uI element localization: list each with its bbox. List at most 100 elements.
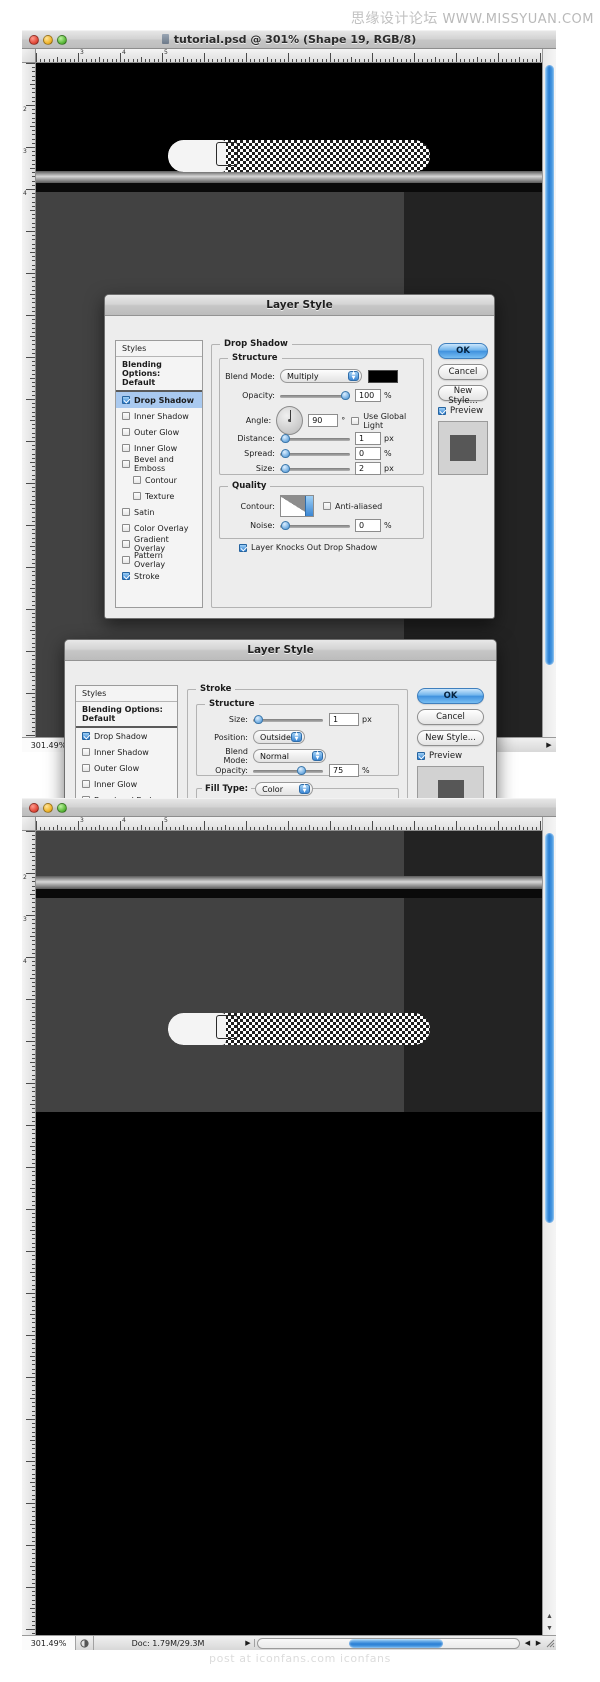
- titlebar-top[interactable]: tutorial.psd @ 301% (Shape 19, RGB/8): [22, 30, 556, 49]
- style-item-stroke[interactable]: Stroke: [116, 568, 202, 584]
- distance-slider-drop-shadow[interactable]: [280, 433, 350, 445]
- opacity-slider-stroke[interactable]: [253, 765, 323, 777]
- vertical-scrollbar-top[interactable]: [542, 49, 556, 737]
- dialog-titlebar-drop-shadow[interactable]: Layer Style: [105, 295, 494, 316]
- layer-style-dialog-drop-shadow[interactable]: Layer Style Styles Blending Options: Def…: [104, 294, 495, 619]
- preview-row-drop-shadow[interactable]: Preview: [438, 406, 488, 416]
- minimize-button[interactable]: [43, 34, 53, 45]
- effect-checkbox[interactable]: [133, 476, 141, 484]
- titlebar-bottom[interactable]: [22, 798, 556, 817]
- size-slider-drop-shadow[interactable]: [280, 463, 350, 475]
- effect-checkbox[interactable]: [82, 748, 90, 756]
- cancel-button[interactable]: Cancel: [438, 364, 488, 380]
- effect-checkbox[interactable]: [133, 492, 141, 500]
- effect-checkbox[interactable]: [122, 428, 130, 436]
- effect-checkbox[interactable]: [122, 412, 130, 420]
- style-item-drop-shadow[interactable]: Drop Shadow: [116, 392, 202, 408]
- scroll-left-arrow-icon[interactable]: ◀: [522, 1639, 533, 1647]
- blending-options-item-stroke[interactable]: Blending Options: Default: [76, 702, 177, 728]
- style-item-texture[interactable]: Texture: [116, 488, 202, 504]
- close-button[interactable]: [29, 34, 39, 45]
- style-item-satin[interactable]: Satin: [116, 504, 202, 520]
- anti-aliased-row[interactable]: Anti-aliased: [323, 502, 382, 511]
- opacity-slider-drop-shadow[interactable]: [280, 390, 350, 402]
- size-slider-stroke[interactable]: [253, 714, 323, 726]
- blend-mode-select-drop-shadow[interactable]: Multiply ▲ ▼: [280, 369, 362, 383]
- distance-input-drop-shadow[interactable]: 1: [355, 432, 381, 445]
- horizontal-scrollbar-thumb[interactable]: [349, 1638, 443, 1648]
- slider-knob[interactable]: [281, 433, 290, 443]
- slider-knob[interactable]: [254, 714, 263, 724]
- angle-input-drop-shadow[interactable]: 90: [308, 414, 339, 427]
- blending-options-item[interactable]: Blending Options: Default: [116, 357, 202, 392]
- preview-row-stroke[interactable]: Preview: [417, 751, 484, 761]
- scroll-right-arrow-icon[interactable]: ▶: [533, 1639, 544, 1647]
- noise-slider-drop-shadow[interactable]: [280, 520, 350, 532]
- preview-checkbox[interactable]: [417, 752, 425, 760]
- status-expand-arrow-top[interactable]: ▶: [542, 741, 556, 749]
- vertical-scrollbar-thumb-top[interactable]: [545, 65, 554, 665]
- zoom-button[interactable]: [57, 34, 67, 45]
- layer-knocks-out-row[interactable]: Layer Knocks Out Drop Shadow: [239, 543, 377, 552]
- dialog-titlebar-stroke[interactable]: Layer Style: [65, 640, 496, 661]
- shape-pill-bottom[interactable]: [168, 1013, 430, 1045]
- spread-input-drop-shadow[interactable]: 0: [355, 447, 381, 460]
- ok-button[interactable]: OK: [417, 688, 484, 704]
- effect-checkbox[interactable]: [122, 444, 130, 452]
- vertical-ruler-bottom[interactable]: 2 3 4: [22, 831, 36, 1635]
- horizontal-ruler-bottom[interactable]: 3 4 5: [36, 817, 542, 831]
- slider-knob[interactable]: [297, 765, 306, 775]
- cancel-button[interactable]: Cancel: [417, 709, 484, 725]
- preview-checkbox[interactable]: [438, 407, 446, 415]
- anti-aliased-checkbox[interactable]: [323, 502, 331, 510]
- style-item-drop-shadow[interactable]: Drop Shadow: [76, 728, 177, 744]
- window-controls-top[interactable]: [29, 34, 67, 45]
- style-item-outer-glow[interactable]: Outer Glow: [116, 424, 202, 440]
- horizontal-ruler-top[interactable]: 3 4 5: [36, 49, 542, 63]
- window-controls-bottom[interactable]: [29, 802, 67, 813]
- style-item-pattern-overlay[interactable]: Pattern Overlay: [116, 551, 202, 569]
- position-select-stroke[interactable]: Outside ▲ ▼: [253, 730, 305, 744]
- style-item-inner-glow[interactable]: Inner Glow: [116, 440, 202, 456]
- spread-slider-drop-shadow[interactable]: [280, 448, 350, 460]
- zoom-button[interactable]: [57, 802, 67, 813]
- slider-knob[interactable]: [281, 463, 290, 473]
- scroll-up-arrow-icon[interactable]: ▲: [543, 1613, 556, 1620]
- effect-checkbox[interactable]: [122, 396, 130, 404]
- effect-checkbox[interactable]: [82, 764, 90, 772]
- opacity-input-drop-shadow[interactable]: 100: [355, 389, 381, 402]
- effect-checkbox[interactable]: [122, 540, 130, 548]
- style-item-color-overlay[interactable]: Color Overlay: [116, 520, 202, 536]
- effect-checkbox[interactable]: [122, 508, 130, 516]
- shape-pill[interactable]: [168, 140, 430, 172]
- slider-knob[interactable]: [281, 448, 290, 458]
- status-expand-arrow-bottom[interactable]: ▶: [242, 1639, 255, 1647]
- fill-type-select-stroke[interactable]: Color ▲ ▼: [255, 782, 314, 796]
- ok-button[interactable]: OK: [438, 343, 488, 359]
- angle-dial-drop-shadow[interactable]: [276, 406, 304, 435]
- canvas-bottom[interactable]: [36, 831, 542, 1635]
- vertical-ruler-top[interactable]: 2 3 4: [22, 63, 36, 737]
- effect-checkbox[interactable]: [122, 556, 130, 564]
- styles-list-drop-shadow[interactable]: Styles Blending Options: Default Drop Sh…: [115, 340, 203, 608]
- effect-checkbox[interactable]: [122, 524, 130, 532]
- vertical-scrollbar-bottom[interactable]: ▲ ▼: [542, 817, 556, 1635]
- contour-preset-picker[interactable]: [280, 495, 314, 517]
- effect-checkbox[interactable]: [122, 572, 130, 580]
- minimize-button[interactable]: [43, 802, 53, 813]
- blend-mode-select-stroke[interactable]: Normal ▲ ▼: [253, 749, 326, 763]
- scroll-down-arrow-icon[interactable]: ▼: [543, 1625, 556, 1632]
- slider-knob[interactable]: [281, 520, 290, 530]
- zoom-level-field-bottom[interactable]: 301.49%: [22, 1636, 76, 1650]
- style-item-outer-glow[interactable]: Outer Glow: [76, 760, 177, 776]
- style-item-bevel-and-emboss[interactable]: Bevel and Emboss: [116, 455, 202, 473]
- slider-knob[interactable]: [341, 390, 350, 400]
- size-input-drop-shadow[interactable]: 2: [355, 462, 381, 475]
- status-thumb-icon-bottom[interactable]: [76, 1636, 94, 1650]
- use-global-light-checkbox[interactable]: [351, 416, 360, 425]
- effect-checkbox[interactable]: [82, 780, 90, 788]
- close-button[interactable]: [29, 802, 39, 813]
- resize-grip-icon[interactable]: [544, 1639, 556, 1648]
- use-global-light-row[interactable]: Use Global Light: [351, 412, 423, 430]
- horizontal-scrollbar-bottom[interactable]: [257, 1637, 520, 1650]
